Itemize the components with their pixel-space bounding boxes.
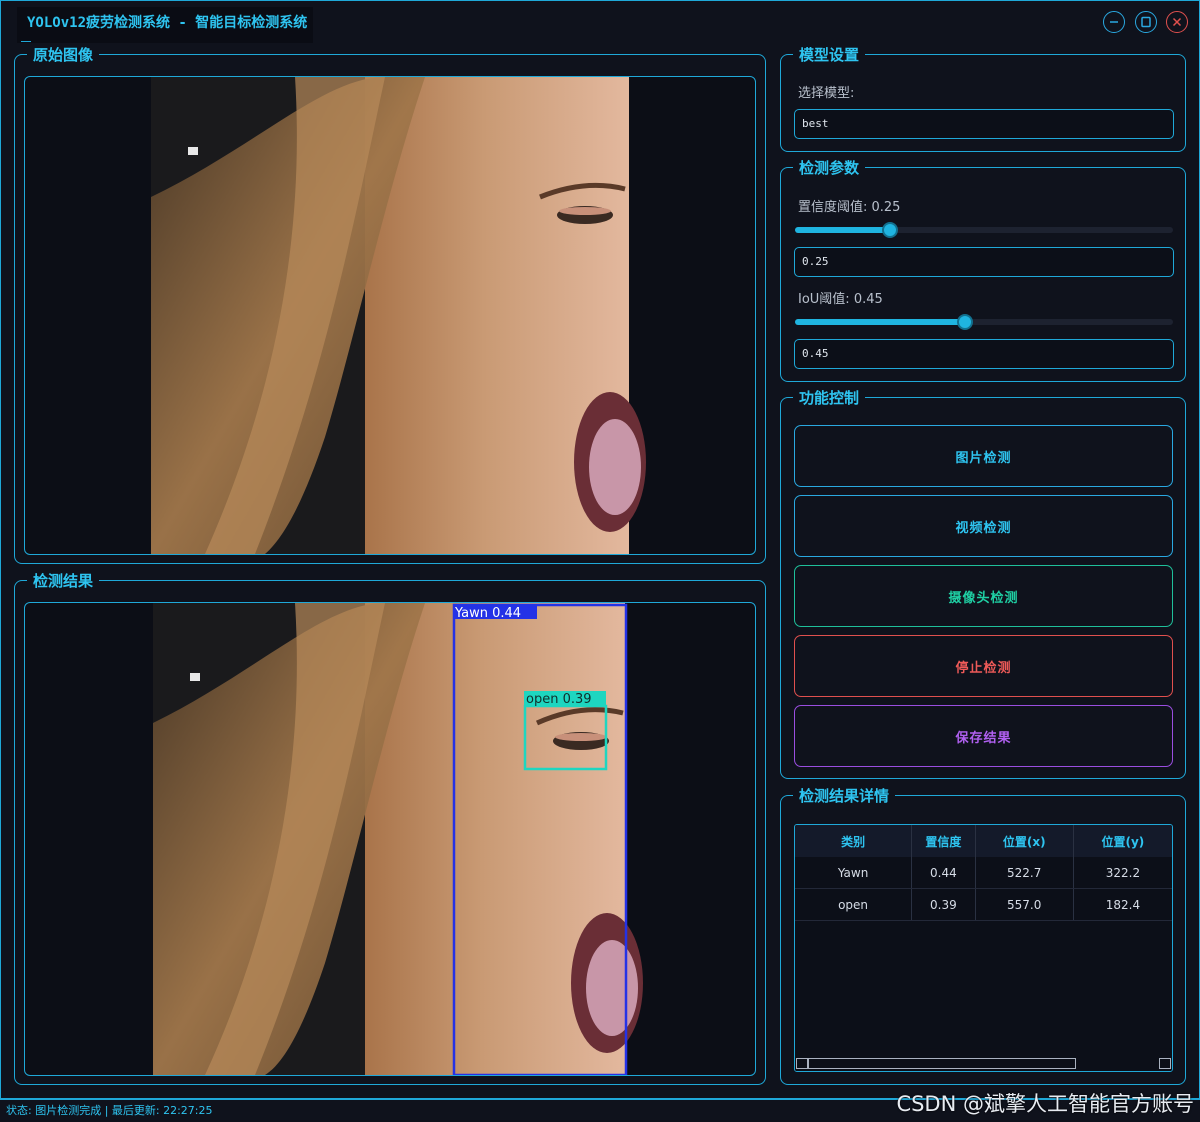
cell-class: Yawn [795, 857, 913, 889]
result-image-frame: Yawn 0.44 open 0.39 [24, 602, 756, 1076]
column-header-confidence[interactable]: 置信度 [911, 825, 976, 857]
confidence-label: 置信度阈值: 0.25 [798, 200, 901, 215]
cell-class: open [795, 888, 913, 921]
close-icon [1172, 17, 1182, 27]
maximize-icon [1141, 16, 1151, 28]
model-select-label: 选择模型: [798, 86, 855, 101]
cell-confidence: 0.39 [911, 888, 976, 921]
watermark: CSDN @斌擎人工智能官方账号 [896, 1092, 1194, 1116]
model-settings-panel: 模型设置 选择模型: best [780, 45, 1186, 152]
iou-input[interactable]: 0.45 [794, 339, 1174, 369]
title-bar[interactable]: YOLOv12疲劳检测系统 - 智能目标检测系统 [1, 1, 1199, 43]
original-image-panel: 原始图像 [14, 45, 766, 564]
minimize-icon [1110, 21, 1118, 23]
minimize-button[interactable] [1103, 11, 1125, 33]
function-controls-title: 功能控制 [793, 388, 866, 408]
maximize-button[interactable] [1135, 11, 1157, 33]
camera-detect-button[interactable]: 摄像头检测 [794, 565, 1173, 627]
title-accent [21, 41, 31, 42]
table-row[interactable]: Yawn 0.44 522.7 322.2 [795, 857, 1172, 889]
window-title: YOLOv12疲劳检测系统 - 智能目标检测系统 [17, 7, 314, 43]
confidence-input[interactable]: 0.25 [794, 247, 1174, 277]
column-header-y[interactable]: 位置(y) [1073, 825, 1172, 857]
scrollbar-thumb[interactable] [808, 1058, 1076, 1069]
results-table: 类别 置信度 位置(x) 位置(y) Yawn 0.44 522.7 322.2… [795, 825, 1172, 921]
column-header-x[interactable]: 位置(x) [975, 825, 1074, 857]
open-detection-label: open 0.39 [526, 692, 592, 707]
cell-y: 182.4 [1073, 888, 1172, 921]
detection-params-panel: 检测参数 置信度阈值: 0.25 0.25 IoU阈值: 0.45 0.45 [780, 158, 1186, 382]
iou-slider-handle[interactable] [957, 314, 974, 330]
scroll-right-icon[interactable] [1159, 1058, 1171, 1069]
results-detail-panel: 检测结果详情 类别 置信度 位置(x) 位置(y) Yawn 0.44 522.… [780, 786, 1186, 1085]
cell-y: 322.2 [1073, 857, 1172, 889]
scroll-left-icon[interactable] [796, 1058, 808, 1069]
model-settings-title: 模型设置 [793, 45, 866, 65]
model-select[interactable]: best [794, 109, 1174, 139]
confidence-slider-fill [795, 227, 890, 233]
confidence-slider-handle[interactable] [881, 222, 898, 238]
video-detect-button[interactable]: 视频检测 [794, 495, 1173, 557]
cell-x: 522.7 [975, 857, 1074, 889]
horizontal-scrollbar[interactable] [795, 1057, 1172, 1071]
result-image: Yawn 0.44 open 0.39 [153, 603, 643, 1075]
detection-result-panel: 检测结果 Yawn 0.44 open 0.39 [14, 571, 766, 1085]
cell-x: 557.0 [975, 888, 1074, 921]
image-detect-button[interactable]: 图片检测 [794, 425, 1173, 487]
results-detail-title: 检测结果详情 [793, 786, 896, 806]
confidence-slider[interactable] [795, 222, 1173, 238]
detection-params-title: 检测参数 [793, 158, 866, 178]
iou-slider-fill [795, 319, 966, 325]
stop-detect-button[interactable]: 停止检测 [794, 635, 1173, 697]
table-row[interactable]: open 0.39 557.0 182.4 [795, 888, 1172, 921]
original-image [151, 77, 646, 554]
results-table-container: 类别 置信度 位置(x) 位置(y) Yawn 0.44 522.7 322.2… [794, 824, 1173, 1072]
iou-label: IoU阈值: 0.45 [798, 292, 883, 307]
yawn-detection-label: Yawn 0.44 [454, 606, 521, 621]
column-header-class[interactable]: 类别 [795, 825, 913, 857]
iou-slider[interactable] [795, 314, 1173, 330]
save-result-button[interactable]: 保存结果 [794, 705, 1173, 767]
table-header-row: 类别 置信度 位置(x) 位置(y) [795, 825, 1172, 857]
detection-result-title: 检测结果 [27, 571, 100, 591]
original-image-frame [24, 76, 756, 555]
cell-confidence: 0.44 [911, 857, 976, 889]
original-image-title: 原始图像 [27, 45, 100, 65]
close-button[interactable] [1166, 11, 1188, 33]
